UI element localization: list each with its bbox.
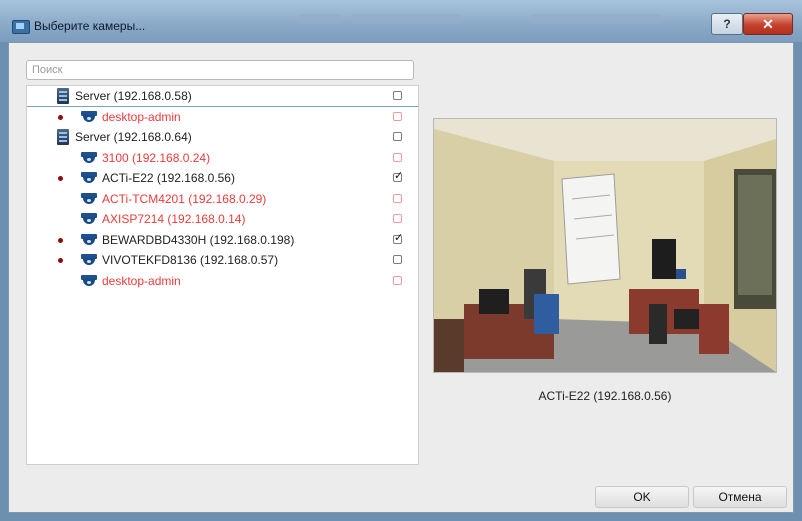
tree-camera-item[interactable]: BEWARDBD4330H (192.168.0.198) — [27, 231, 418, 250]
tree-server-item[interactable]: Server (192.168.0.64) — [27, 128, 418, 147]
tree-item-label: 3100 (192.168.0.24) — [102, 150, 211, 165]
search-input[interactable] — [26, 60, 414, 80]
select-checkbox[interactable] — [393, 231, 403, 244]
status-dot-icon — [58, 176, 63, 181]
app-icon — [12, 20, 30, 34]
status-dot-icon — [58, 237, 63, 243]
select-checkbox[interactable] — [393, 132, 402, 141]
select-checkbox[interactable] — [393, 275, 402, 285]
dome-camera-icon — [81, 213, 97, 225]
dome-camera-icon — [81, 254, 97, 266]
preview-caption: ACTi-E22 (192.168.0.56) — [538, 389, 672, 403]
camera-tree[interactable]: Server (192.168.0.58) desktop-admin Server… — [26, 85, 419, 465]
background-window-ghost — [300, 14, 340, 24]
tree-item-label: desktop-admin — [102, 273, 181, 288]
tree-item-label: AXISP7214 (192.168.0.14) — [102, 212, 246, 226]
select-checkbox[interactable] — [393, 214, 402, 223]
server-icon — [57, 129, 69, 145]
tree-camera-item[interactable]: VIVOTEKFD8136 (192.168.0.57) — [27, 251, 418, 270]
help-button[interactable]: ? — [711, 13, 743, 35]
status-dot-icon — [58, 114, 63, 120]
dome-camera-icon — [81, 192, 97, 205]
select-checkbox[interactable] — [393, 169, 403, 182]
tree-camera-item[interactable]: ACTi-E22 (192.168.0.56) — [27, 169, 418, 188]
tree-item-label: VIVOTEKFD8136 (192.168.0.57) — [102, 253, 279, 267]
title-bar: Выберите камеры... ? ✕ — [0, 0, 802, 42]
select-checkbox[interactable] — [393, 111, 402, 121]
cancel-button[interactable]: Отмена — [693, 486, 787, 508]
select-checkbox[interactable] — [393, 152, 402, 162]
tree-camera-item[interactable]: ACTi-TCM4201 (192.168.0.29) — [27, 190, 418, 209]
background-window-ghost — [352, 14, 462, 24]
camera-preview-image — [433, 118, 777, 373]
tree-camera-item[interactable]: 3100 (192.168.0.24) — [27, 149, 418, 168]
tree-server-item[interactable]: Server (192.168.0.58) — [27, 87, 418, 107]
tree-camera-item[interactable]: desktop-admin — [27, 272, 418, 291]
tree-camera-item[interactable]: AXISP7214 (192.168.0.14) — [27, 210, 418, 229]
office-scene-illustration — [434, 119, 776, 372]
server-icon — [57, 88, 69, 104]
select-checkbox[interactable] — [393, 193, 402, 203]
dome-camera-icon — [81, 233, 97, 246]
select-checkbox[interactable] — [393, 91, 402, 100]
tree-item-label: ACTi-E22 (192.168.0.56) — [102, 171, 235, 185]
ok-button[interactable]: OK — [595, 486, 689, 508]
select-checkbox[interactable] — [393, 255, 402, 264]
tree-camera-item[interactable]: desktop-admin — [27, 108, 418, 127]
status-dot-icon — [58, 258, 63, 263]
dialog-body: Server (192.168.0.58) desktop-admin Server… — [8, 42, 794, 513]
dome-camera-icon — [81, 274, 97, 287]
tree-item-label: BEWARDBD4330H (192.168.0.198) — [102, 232, 295, 247]
dome-camera-icon — [81, 151, 97, 164]
tree-item-label: desktop-admin — [102, 109, 181, 124]
dome-camera-icon — [81, 172, 97, 184]
window-title: Выберите камеры... — [34, 19, 146, 33]
tree-item-label: Server (192.168.0.64) — [75, 130, 192, 144]
background-window-ghost — [530, 14, 660, 24]
dome-camera-icon — [81, 110, 97, 123]
tree-item-label: ACTi-TCM4201 (192.168.0.29) — [102, 191, 267, 206]
tree-item-label: Server (192.168.0.58) — [75, 89, 192, 103]
close-button[interactable]: ✕ — [743, 13, 793, 35]
